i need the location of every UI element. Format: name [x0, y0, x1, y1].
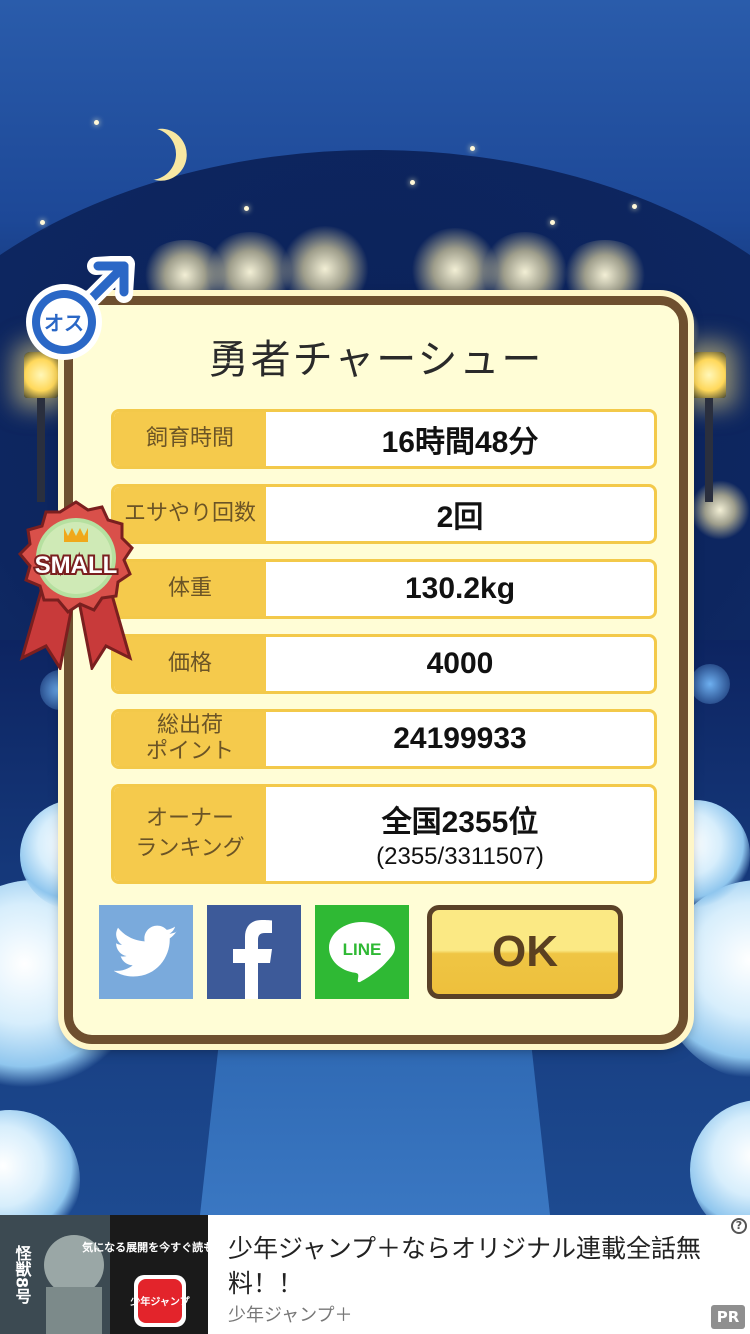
stat-value: 2回: [436, 501, 484, 534]
stat-row-feeding-time: 飼育時間 16時間48分: [111, 409, 657, 469]
male-symbol-icon: オス: [26, 255, 135, 360]
stat-label: オーナー ランキング: [114, 787, 266, 881]
star-icon: [244, 206, 249, 211]
stat-label: 飼育時間: [114, 412, 266, 466]
stat-label: 総出荷 ポイント: [114, 712, 266, 766]
ad-image[interactable]: 怪獣8号 気になる展開を今すぐ読もう！ 少年ジャンプ: [0, 1215, 208, 1334]
ad-advertiser: 少年ジャンプ＋: [228, 1305, 353, 1326]
stat-row-total-shipping-points: 総出荷 ポイント 24199933: [111, 709, 657, 769]
stat-value: 130.2kg: [404, 572, 516, 605]
line-bubble-icon: LINE: [329, 922, 395, 983]
pig-result-dialog: 勇者チャーシュー 飼育時間 16時間48分 エサやり回数 2回 体重 130.2…: [64, 296, 688, 1044]
small-size-ribbon: SMALL: [12, 498, 140, 672]
ad-info-icon[interactable]: ?: [731, 1218, 747, 1234]
street-lamp: [692, 352, 726, 502]
blue-light: [690, 664, 730, 704]
svg-text:SMALL: SMALL: [35, 552, 118, 579]
star-icon: [550, 220, 555, 225]
pig-name-title: 勇者チャーシュー: [208, 337, 544, 383]
stat-row-price: 価格 4000: [111, 634, 657, 694]
ad-banner[interactable]: 怪獣8号 気になる展開を今すぐ読もう！ 少年ジャンプ 少年ジャンプ＋ならオリジナ…: [0, 1215, 750, 1334]
facebook-share-button[interactable]: [207, 905, 301, 999]
star-icon: [470, 146, 475, 151]
ranking-value: 全国2355位: [381, 806, 539, 839]
stat-value: 24199933: [393, 722, 527, 755]
svg-text:オス: オス: [44, 311, 84, 335]
ad-title[interactable]: 少年ジャンプ＋ならオリジナル連載全話無料！！: [228, 1231, 718, 1301]
svg-text:気になる展開を今すぐ読もう！: 気になる展開を今すぐ読もう！: [82, 1240, 208, 1254]
stat-row-weight: 体重 130.2kg: [111, 559, 657, 619]
stat-value: 全国2355位 (2355/3311507): [266, 787, 654, 881]
star-icon: [410, 180, 415, 185]
svg-text:LINE: LINE: [343, 940, 382, 959]
stat-row-feed-count: エサやり回数 2回: [111, 484, 657, 544]
twitter-bird-icon: [114, 925, 177, 977]
stat-value: 16時間48分: [381, 426, 539, 459]
ok-button[interactable]: OK: [427, 905, 623, 999]
facebook-f-icon: [233, 920, 272, 999]
star-icon: [40, 220, 45, 225]
street-lamp: [24, 352, 58, 502]
award-ribbon-icon: SMALL: [17, 500, 134, 672]
pr-badge: PR: [711, 1305, 745, 1329]
ranking-detail: (2355/3311507): [376, 843, 544, 870]
svg-text:少年ジャンプ: 少年ジャンプ: [129, 1295, 190, 1308]
star-icon: [632, 204, 637, 209]
stat-row-owner-ranking: オーナー ランキング 全国2355位 (2355/3311507): [111, 784, 657, 884]
star-icon: [94, 120, 99, 125]
svg-text:怪獣8号: 怪獣8号: [13, 1244, 32, 1305]
twitter-share-button[interactable]: [99, 905, 193, 999]
stat-value: 4000: [426, 647, 494, 680]
line-share-button[interactable]: LINE: [315, 905, 409, 999]
male-badge: オス: [24, 255, 136, 368]
